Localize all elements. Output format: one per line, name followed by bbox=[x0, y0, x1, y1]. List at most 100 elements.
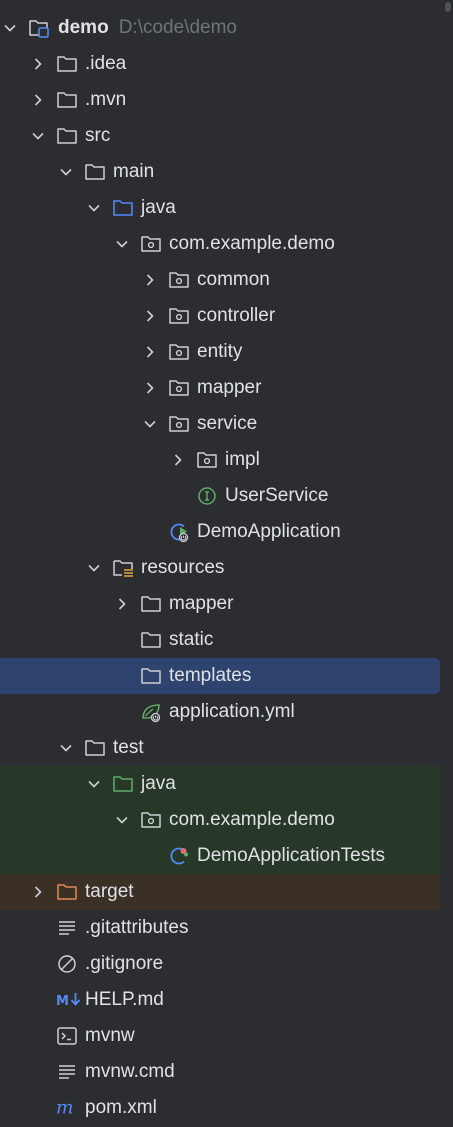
markdown-icon: M bbox=[56, 982, 82, 1018]
tree-item-label: java bbox=[141, 197, 176, 218]
excluded-folder-icon bbox=[56, 874, 78, 910]
resources-folder-icon bbox=[112, 550, 134, 586]
chevron-right-icon[interactable] bbox=[142, 370, 158, 406]
tree-item-templates[interactable]: templates bbox=[0, 658, 440, 694]
chevron-right-icon[interactable] bbox=[30, 46, 46, 82]
package-icon bbox=[168, 406, 190, 442]
svg-text:m: m bbox=[56, 1098, 73, 1119]
tree-item-label: .idea bbox=[85, 53, 127, 74]
tree-item-mvnw[interactable]: mvnw bbox=[0, 1018, 440, 1054]
tree-item-label: java bbox=[141, 773, 176, 794]
chevron-down-icon[interactable] bbox=[114, 226, 130, 262]
tree-item-mvn[interactable]: .mvn bbox=[0, 82, 440, 118]
chevron-right-icon[interactable] bbox=[170, 442, 186, 478]
tree-item-main[interactable]: main bbox=[0, 154, 440, 190]
tree-item-label: .gitignore bbox=[85, 953, 164, 974]
tree-item-userservice[interactable]: UserService bbox=[0, 478, 440, 514]
tree-item-label: mapper bbox=[169, 593, 234, 614]
chevron-right-icon[interactable] bbox=[142, 262, 158, 298]
tree-item-target[interactable]: target bbox=[0, 874, 440, 910]
tree-item-com-example-demo[interactable]: com.example.demo bbox=[0, 226, 440, 262]
chevron-right-icon[interactable] bbox=[30, 82, 46, 118]
package-icon bbox=[140, 226, 162, 262]
tree-item-src[interactable]: src bbox=[0, 118, 440, 154]
project-tree: demo D:\code\demo .idea .mvn src main java com… bbox=[0, 10, 440, 1126]
tree-item-gitignore[interactable]: .gitignore bbox=[0, 946, 440, 982]
package-icon bbox=[168, 262, 190, 298]
tree-item-label: test bbox=[113, 737, 144, 758]
folder-icon bbox=[56, 118, 78, 154]
tree-item-label: mvnw.cmd bbox=[85, 1061, 175, 1082]
chevron-down-icon[interactable] bbox=[86, 550, 102, 586]
tree-item-java[interactable]: java bbox=[0, 766, 440, 802]
chevron-right-icon[interactable] bbox=[142, 298, 158, 334]
tree-item-label: UserService bbox=[225, 485, 329, 506]
chevron-right-icon[interactable] bbox=[30, 874, 46, 910]
chevron-right-icon[interactable] bbox=[142, 334, 158, 370]
tree-item-gitattributes[interactable]: .gitattributes bbox=[0, 910, 440, 946]
ignore-file-icon bbox=[56, 946, 78, 982]
chevron-down-icon[interactable] bbox=[114, 802, 130, 838]
tree-item-resources[interactable]: resources bbox=[0, 550, 440, 586]
tree-item-mapper[interactable]: mapper bbox=[0, 586, 440, 622]
scrollbar[interactable] bbox=[443, 0, 453, 1127]
package-icon bbox=[168, 334, 190, 370]
tree-item-static[interactable]: static bbox=[0, 622, 440, 658]
chevron-down-icon[interactable] bbox=[142, 406, 158, 442]
tree-item-label: com.example.demo bbox=[169, 233, 335, 254]
folder-icon bbox=[56, 82, 78, 118]
scrollbar-thumb[interactable] bbox=[445, 2, 451, 12]
folder-icon bbox=[84, 730, 106, 766]
spring-boot-app-icon bbox=[168, 514, 190, 550]
tree-item-pom-xml[interactable]: m pom.xml bbox=[0, 1090, 440, 1126]
interface-icon bbox=[196, 478, 218, 514]
tree-item-service[interactable]: service bbox=[0, 406, 440, 442]
tree-item-label: .gitattributes bbox=[85, 917, 189, 938]
tree-item-demoapplication[interactable]: DemoApplication bbox=[0, 514, 440, 550]
tree-item-java[interactable]: java bbox=[0, 190, 440, 226]
tree-item-label: mapper bbox=[197, 377, 262, 398]
tree-item-entity[interactable]: entity bbox=[0, 334, 440, 370]
text-file-icon bbox=[56, 1054, 78, 1090]
shell-script-icon bbox=[56, 1018, 78, 1054]
tree-item-demoapplicationtests[interactable]: DemoApplicationTests bbox=[0, 838, 440, 874]
chevron-down-icon[interactable] bbox=[58, 730, 74, 766]
chevron-down-icon[interactable] bbox=[2, 10, 18, 46]
tree-item-help-md[interactable]: M HELP.md bbox=[0, 982, 440, 1018]
tree-item-label: static bbox=[169, 629, 214, 650]
tree-item-mapper[interactable]: mapper bbox=[0, 370, 440, 406]
chevron-right-icon[interactable] bbox=[114, 586, 130, 622]
package-icon bbox=[140, 802, 162, 838]
test-folder-icon bbox=[112, 766, 134, 802]
tree-item-label: application.yml bbox=[169, 701, 295, 722]
tree-item-impl[interactable]: impl bbox=[0, 442, 440, 478]
tree-item-label: HELP.md bbox=[85, 989, 164, 1010]
chevron-down-icon[interactable] bbox=[58, 154, 74, 190]
package-icon bbox=[196, 442, 218, 478]
tree-item-application-yml[interactable]: application.yml bbox=[0, 694, 440, 730]
tree-item-label: mvnw bbox=[85, 1025, 135, 1046]
tree-item-label: resources bbox=[141, 557, 225, 578]
tree-item-label: common bbox=[197, 269, 270, 290]
chevron-down-icon[interactable] bbox=[30, 118, 46, 154]
tree-item-mvnw-cmd[interactable]: mvnw.cmd bbox=[0, 1054, 440, 1090]
tree-item-test[interactable]: test bbox=[0, 730, 440, 766]
tree-item-idea[interactable]: .idea bbox=[0, 46, 440, 82]
chevron-down-icon[interactable] bbox=[86, 766, 102, 802]
tree-root-demo[interactable]: demo D:\code\demo bbox=[0, 10, 440, 46]
chevron-down-icon[interactable] bbox=[86, 190, 102, 226]
tree-item-label: impl bbox=[225, 449, 260, 470]
tree-item-controller[interactable]: controller bbox=[0, 298, 440, 334]
tree-item-label: pom.xml bbox=[85, 1097, 157, 1118]
tree-item-label: com.example.demo bbox=[169, 809, 335, 830]
tree-item-common[interactable]: common bbox=[0, 262, 440, 298]
tree-item-label: .mvn bbox=[85, 89, 127, 110]
tree-item-label: DemoApplicationTests bbox=[197, 845, 385, 866]
tree-item-label: DemoApplication bbox=[197, 521, 341, 542]
maven-icon: m bbox=[56, 1090, 78, 1126]
svg-text:M: M bbox=[56, 994, 69, 1009]
text-file-icon bbox=[56, 910, 78, 946]
test-class-icon bbox=[168, 838, 190, 874]
project-module-icon bbox=[28, 10, 50, 46]
tree-item-com-example-demo[interactable]: com.example.demo bbox=[0, 802, 440, 838]
